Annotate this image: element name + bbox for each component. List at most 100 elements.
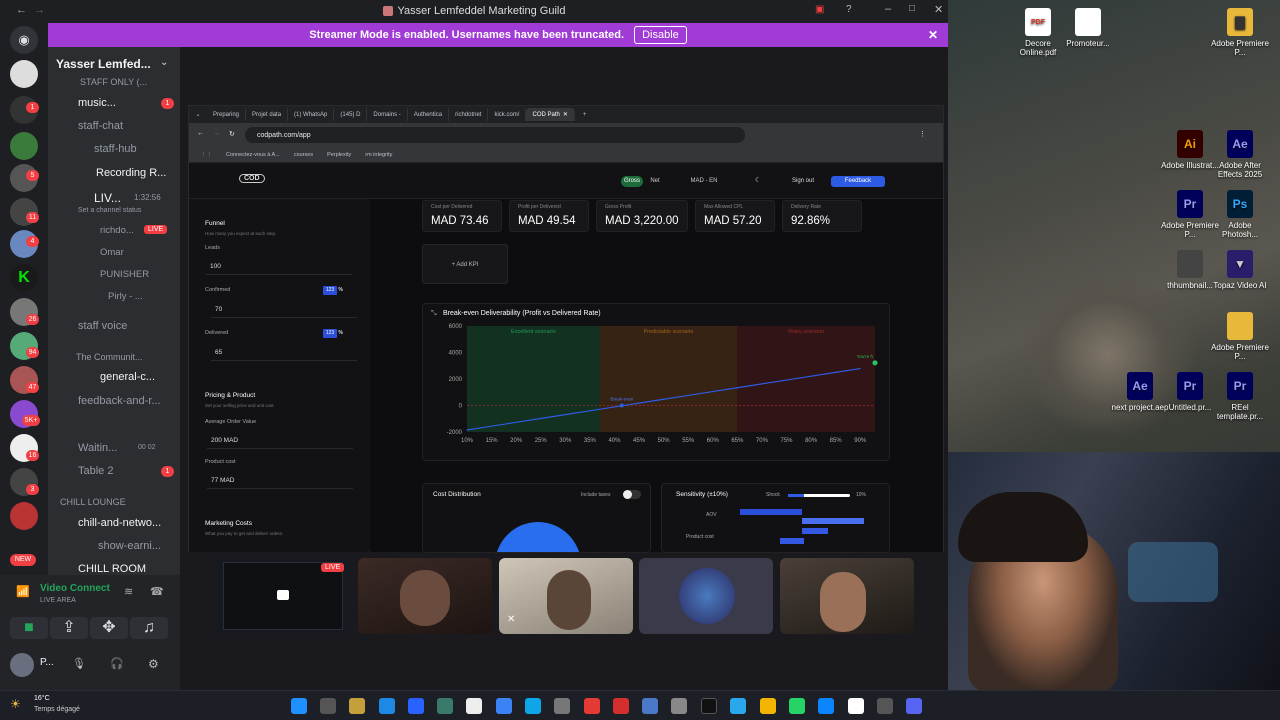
include-taxes-toggle[interactable]	[623, 490, 641, 499]
language-select[interactable]: MAD - EN	[679, 176, 729, 187]
discord-icon[interactable]	[906, 698, 922, 714]
voice-connected-label[interactable]: Video Connect	[40, 583, 110, 594]
app-icon[interactable]	[613, 698, 629, 714]
signal-icon[interactable]: 📶	[16, 585, 30, 598]
channel-chill-network[interactable]: chill-and-netwo...	[78, 517, 161, 529]
tiktok-icon[interactable]	[701, 698, 717, 714]
browser-tab[interactable]: (145) D	[334, 108, 368, 121]
theme-moon-icon[interactable]: ☾	[755, 176, 761, 184]
channel-chill-room[interactable]: CHILL ROOM	[78, 563, 146, 575]
app-logo[interactable]: COD	[239, 174, 265, 183]
app-icon[interactable]	[818, 698, 834, 714]
video-tile[interactable]	[780, 558, 914, 634]
video-tile[interactable]	[358, 558, 492, 634]
banner-close-icon[interactable]: ✕	[928, 28, 938, 42]
voice-channel-name[interactable]: LIVE AREA	[40, 597, 76, 604]
apps-icon[interactable]: ⋮⋮	[201, 152, 212, 158]
voice-user[interactable]: PUNISHER	[100, 269, 149, 280]
tab-close-icon[interactable]: ✕	[563, 111, 568, 118]
disable-button[interactable]: Disable	[634, 26, 687, 44]
channel-staff-voice[interactable]: staff voice	[78, 320, 127, 332]
app-icon[interactable]	[877, 698, 893, 714]
disconnect-icon[interactable]: ☎	[150, 585, 164, 598]
server-icon[interactable]	[10, 60, 38, 88]
address-bar[interactable]: codpath.com/app	[245, 127, 745, 143]
chrome-icon[interactable]	[760, 698, 776, 714]
desktop-icon-folder[interactable]: Adobe Premiere P...	[1210, 312, 1270, 361]
browser-tab[interactable]: Authentica	[408, 108, 450, 121]
category-chill[interactable]: CHILL LOUNGE	[60, 497, 126, 507]
desktop-icon-folder[interactable]: ▇ Adobe Premiere P...	[1210, 8, 1270, 57]
app-icon[interactable]	[642, 698, 658, 714]
settings-icon[interactable]	[554, 698, 570, 714]
app-icon[interactable]	[349, 698, 365, 714]
confirmed-percent[interactable]: 123	[323, 286, 337, 295]
browser-tab[interactable]: richdotnet	[449, 108, 489, 121]
channel-staff-chat[interactable]: staff-chat	[78, 120, 123, 132]
bookmark[interactable]: Connectez-vous à A...	[226, 152, 280, 158]
chevron-down-icon[interactable]: ⌄	[160, 57, 168, 68]
start-icon[interactable]	[291, 698, 307, 714]
voice-user[interactable]: Pirly - ...	[108, 291, 143, 302]
whatsapp-icon[interactable]	[789, 698, 805, 714]
forward-arrow-icon[interactable]: →	[34, 4, 45, 16]
channel-general[interactable]: general-c...	[100, 371, 155, 383]
bookmark[interactable]: rm integrity	[365, 152, 392, 158]
voice-user[interactable]: richdo...	[100, 225, 134, 236]
browser-tab[interactable]: (1) WhatsAp	[288, 108, 335, 121]
video-tile[interactable]	[639, 558, 773, 634]
task-view-icon[interactable]	[320, 698, 336, 714]
camera-icon[interactable]: ■	[10, 617, 48, 639]
channel-show-earnings[interactable]: show-earni...	[98, 540, 161, 552]
confirmed-input[interactable]: 70	[211, 300, 357, 318]
headphones-icon[interactable]: 🎧	[110, 657, 124, 670]
help-icon[interactable]: ?	[846, 4, 852, 15]
back-arrow-icon[interactable]: ←	[16, 4, 27, 16]
forward-icon[interactable]: →	[213, 130, 220, 137]
voice-user[interactable]: Omar	[100, 247, 124, 258]
minimize-icon[interactable]: –	[885, 3, 891, 15]
app-icon[interactable]	[496, 698, 512, 714]
soundboard-icon[interactable]: ♫	[130, 617, 168, 639]
desktop-icon-photoshop[interactable]: Ps Adobe Photosh...	[1210, 190, 1270, 239]
category-community[interactable]: The Communit...	[76, 352, 143, 362]
channel-staff-hub[interactable]: staff-hub	[94, 143, 137, 155]
weather-icon[interactable]: ☀	[10, 697, 21, 711]
weather-temp[interactable]: 16°C	[34, 695, 50, 702]
channel-waiting[interactable]: Waitin...	[78, 442, 117, 454]
activities-icon[interactable]: ✥	[90, 617, 128, 639]
inbox-icon[interactable]: ▣	[815, 4, 824, 15]
close-icon[interactable]: ✕	[934, 3, 943, 16]
telegram-icon[interactable]	[730, 698, 746, 714]
server-icon[interactable]	[10, 132, 38, 160]
gross-toggle[interactable]: Gross	[621, 176, 643, 187]
bookmark[interactable]: courses	[294, 152, 313, 158]
discord-home-icon[interactable]: ◉	[10, 26, 38, 54]
desktop-icon-file[interactable]: Promoteur...	[1058, 8, 1118, 48]
sign-out-button[interactable]: Sign out	[785, 176, 821, 187]
cost-pie[interactable]	[495, 522, 581, 552]
break-even-chart[interactable]: Break-even Deliverability (Profit vs Del…	[423, 304, 891, 462]
delivered-input[interactable]: 65	[211, 343, 357, 361]
app-icon[interactable]	[437, 698, 453, 714]
browser-tab[interactable]: Domains -	[367, 108, 408, 121]
shock-slider[interactable]	[788, 494, 850, 497]
settings-gear-icon[interactable]: ⚙	[148, 657, 159, 671]
user-name[interactable]: P...	[40, 657, 54, 668]
app-icon[interactable]	[584, 698, 600, 714]
channel-music[interactable]: music...	[78, 97, 116, 109]
app-icon[interactable]	[379, 698, 395, 714]
channel-table-2[interactable]: Table 2	[78, 465, 113, 477]
menu-icon[interactable]: ⋮	[919, 130, 926, 138]
desktop-icon-topaz[interactable]: ▼ Topaz Video AI	[1210, 250, 1270, 290]
stream-tile[interactable]: LIVE	[217, 558, 351, 634]
reload-icon[interactable]: ↻	[229, 130, 235, 138]
notion-icon[interactable]	[848, 698, 864, 714]
tab-search-icon[interactable]: ⌄	[189, 111, 207, 118]
product-cost-input[interactable]: 77 MAD	[207, 471, 353, 489]
feedback-button[interactable]: Feedback	[831, 176, 885, 187]
kick-server-icon[interactable]: K	[10, 264, 38, 292]
back-icon[interactable]: ←	[197, 130, 204, 137]
app-icon[interactable]	[408, 698, 424, 714]
browser-tab[interactable]: Projet data	[246, 108, 289, 121]
